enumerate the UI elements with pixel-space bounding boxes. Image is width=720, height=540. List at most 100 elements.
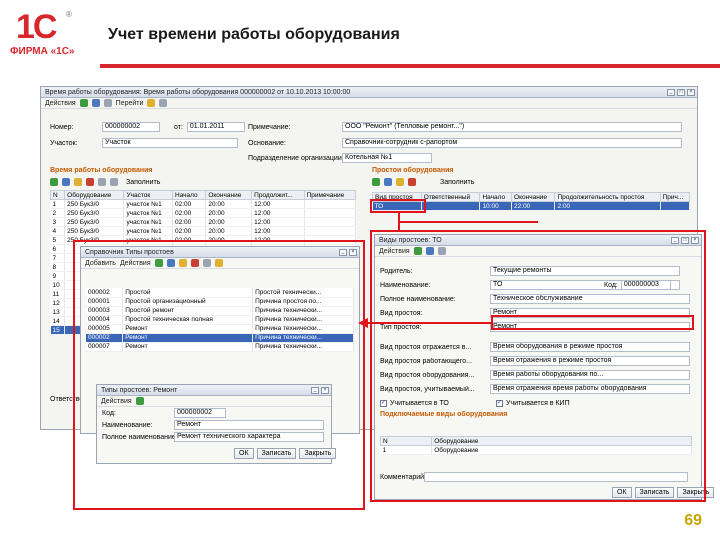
catalog-highlight-frame	[73, 240, 365, 510]
table-cell	[421, 201, 481, 211]
add-row-icon[interactable]	[50, 178, 58, 186]
table-cell: 9	[50, 271, 66, 281]
column-header: Ответственный	[420, 192, 481, 202]
work-time-toolbar: Заполнить	[50, 178, 160, 186]
dept-row: Подразделение организации: Котельная №1	[248, 153, 432, 163]
column-header: Оборудование	[64, 190, 125, 200]
table-cell: 13	[50, 307, 66, 317]
dept-label: Подразделение организации:	[248, 154, 342, 162]
maximize-icon[interactable]: □	[677, 88, 685, 96]
minimize-icon[interactable]: _	[667, 88, 675, 96]
window-title: Время работы оборудования: Время работы …	[45, 88, 351, 96]
dept-field[interactable]: Котельная №1	[342, 153, 432, 163]
division-field[interactable]: Участок	[102, 138, 238, 148]
table-cell: 20:00	[205, 217, 253, 227]
table-cell: 12:00	[251, 217, 305, 227]
slide-title: Учет времени работы оборудования	[108, 26, 400, 43]
logo-firm-name: ФИРМА «1С»	[10, 46, 75, 57]
table-cell	[304, 199, 357, 209]
table-cell: участок №1	[123, 226, 173, 236]
work-time-section-title: Время работы оборудования	[50, 167, 153, 174]
save-icon[interactable]	[79, 99, 88, 107]
arrow-shaft	[366, 322, 492, 324]
table-cell: 6	[50, 244, 66, 254]
window-titlebar: Время работы оборудования: Время работы …	[41, 87, 697, 98]
table-row[interactable]: 3 250 Бук3/0 участок №1 02:00 20:00 12:00	[50, 217, 357, 227]
main-toolbar: Действия Перейти	[41, 98, 697, 109]
table-cell	[304, 208, 357, 218]
goto-menu[interactable]: Перейти	[116, 100, 144, 107]
table-cell: 10:00	[479, 201, 513, 211]
delete-row-icon[interactable]	[86, 178, 94, 186]
logo-registered: ®	[66, 10, 72, 19]
date-field[interactable]: 01.01.2011	[186, 122, 245, 132]
move-up-icon[interactable]	[98, 178, 106, 186]
fill-button[interactable]: Заполнить	[126, 179, 160, 186]
reason-label: Основание:	[248, 139, 286, 147]
table-cell	[660, 201, 691, 211]
reason-field[interactable]: Справочник-сотрудник с-рапортом	[342, 138, 682, 148]
table-cell: 12:00	[251, 208, 305, 218]
move-down-icon[interactable]	[110, 178, 118, 186]
table-row[interactable]: 4 250 Бук3/0 участок №1 02:00 20:00 12:00	[50, 226, 357, 236]
column-header: N	[49, 190, 66, 200]
edit-row-icon[interactable]	[74, 178, 82, 186]
help-icon[interactable]	[147, 99, 156, 107]
table-cell: 02:00	[172, 199, 207, 209]
table-row[interactable]: 2 250 Бук3/0 участок №1 02:00 20:00 12:00	[50, 208, 357, 218]
column-header: Прич...	[659, 192, 691, 202]
column-header: Продолжит...	[251, 190, 305, 200]
note-field[interactable]: ООО "Ремонт" (Тепловые ремонт...")	[342, 122, 682, 132]
note-row: Примечание: ООО "Ремонт" (Тепловые ремон…	[248, 122, 682, 132]
number-row: Номер: 000000002 от: 01.01.2011	[50, 122, 245, 132]
copy-downtime-icon[interactable]	[384, 178, 392, 186]
header-divider	[100, 64, 720, 68]
table-cell	[304, 217, 357, 227]
arrow-head-icon	[358, 318, 368, 328]
column-header: Начало	[171, 190, 207, 200]
note-label: Примечание:	[248, 123, 291, 131]
table-cell: участок №1	[123, 208, 173, 218]
downtime-toolbar: Заполнить	[372, 178, 474, 186]
add-downtime-icon[interactable]	[372, 178, 380, 186]
number-field[interactable]: 000000002	[102, 122, 160, 132]
type-field-highlight	[491, 315, 694, 330]
reason-row: Основание: Справочник-сотрудник с-рапорт…	[248, 138, 682, 148]
table-cell: 15	[50, 325, 66, 335]
division-label: Участок:	[50, 139, 78, 147]
table-cell: 2	[50, 208, 66, 218]
copy-icon[interactable]	[103, 99, 112, 107]
table-row[interactable]: 1 250 Бук3/0 участок №1 02:00 20:00 12:00	[50, 199, 357, 209]
table-cell: 3	[50, 217, 66, 227]
delete-downtime-icon[interactable]	[408, 178, 416, 186]
table-cell: 5	[50, 235, 66, 245]
table-cell: 11	[50, 289, 66, 299]
table-cell: 250 Бук3/0	[64, 199, 125, 209]
table-cell: 02:00	[172, 208, 207, 218]
edit-downtime-icon[interactable]	[396, 178, 404, 186]
division-row: Участок: Участок	[50, 138, 238, 148]
table-cell: 02:00	[172, 217, 207, 227]
column-header: Продолжительность простоя	[554, 192, 661, 202]
print-icon[interactable]	[159, 99, 168, 107]
column-header: Окончание	[511, 192, 556, 202]
table-cell: 14	[50, 316, 66, 326]
actions-menu[interactable]: Действия	[45, 100, 76, 107]
downtime-section-title: Простои оборудования	[372, 167, 454, 174]
table-cell: участок №1	[123, 199, 173, 209]
downtime-fill-button[interactable]: Заполнить	[440, 179, 474, 186]
column-header: Участок	[123, 190, 173, 200]
table-cell: 12:00	[251, 199, 305, 209]
post-icon[interactable]	[91, 99, 100, 107]
table-cell: 7	[50, 253, 66, 263]
table-cell: 8	[50, 262, 66, 272]
kind-dialog-highlight-frame	[370, 230, 706, 502]
table-cell: 250 Бук3/0	[64, 208, 125, 218]
table-cell: 10	[50, 280, 66, 290]
copy-row-icon[interactable]	[62, 178, 70, 186]
close-icon[interactable]: ×	[687, 88, 695, 96]
table-cell: 12:00	[251, 226, 305, 236]
date-from-label: от:	[174, 123, 183, 131]
connector-row-to-dialog	[398, 221, 538, 223]
table-cell: 20:00	[205, 208, 253, 218]
